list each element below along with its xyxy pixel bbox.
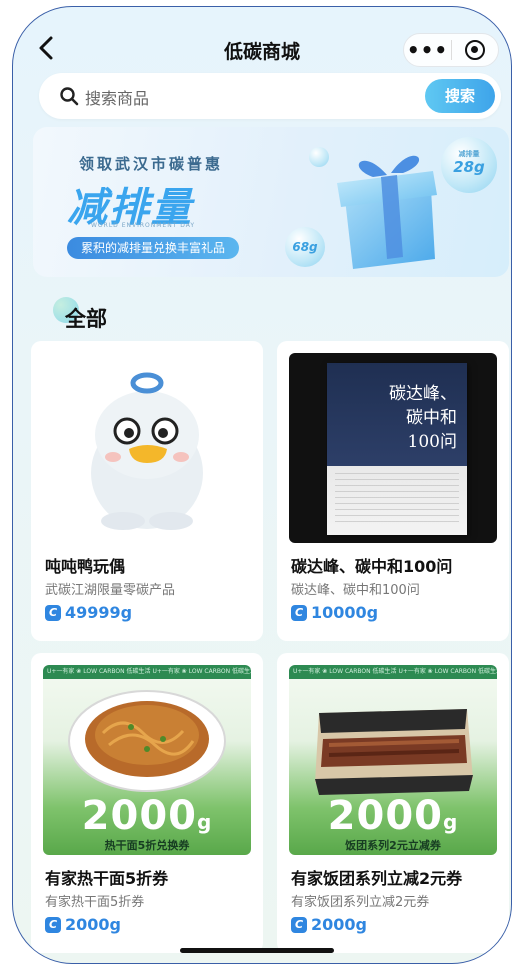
search-bar: 搜索商品 搜索 [39,73,501,119]
product-card[interactable]: 吨吨鸭玩偶 武碳江湖限量零碳产品 C 49999g [31,341,263,641]
banner-pill: 累积的减排量兑换丰富礼品 [67,237,240,259]
price-value: 10000g [311,603,379,622]
voucher-label: 饭团系列2元立减券 [345,839,441,852]
voucher-value: 2000g [43,793,251,839]
noodle-voucher-image: U+一有家 ❀ LOW CARBON 低碳生活 U+一有家 ❀ LOW CARB… [43,665,251,855]
duck-plush-illustration [91,372,203,530]
carbon-coin-icon: C [45,604,61,621]
phone-frame: 低碳商城 ••• 搜索商品 搜索 领取武汉市碳普惠 减排量 WORLD ENVI… [12,6,512,964]
product-price: C 49999g [45,603,132,622]
voucher-unit: g [197,810,213,834]
carbon-coin-icon: C [291,916,307,933]
product-price: C 2000g [291,915,367,934]
book-title-line2: 碳中和 [406,408,457,428]
voucher-brand-strip: U+一有家 ❀ LOW CARBON 低碳生活 U+一有家 ❀ LOW CARB… [289,665,497,679]
search-input[interactable]: 搜索商品 [85,85,149,109]
book-cover-text-block [335,473,459,523]
riceball-voucher-image: U+一有家 ❀ LOW CARBON 低碳生活 U+一有家 ❀ LOW CARB… [289,665,497,855]
carbon-coin-icon: C [291,604,307,621]
price-value: 49999g [65,603,133,622]
product-card[interactable]: U+一有家 ❀ LOW CARBON 低碳生活 U+一有家 ❀ LOW CARB… [31,653,263,953]
product-price: C 2000g [45,915,121,934]
navigation-bar: 低碳商城 ••• [13,25,511,73]
product-subtitle: 武碳江湖限量零碳产品 [45,583,176,598]
target-circle-icon [464,40,485,60]
banner-line1: 领取武汉市碳普惠 [79,155,224,173]
product-price: C 10000g [291,603,378,622]
book-cover-image: 碳达峰、 碳中和 100问 [289,353,497,543]
gift-box-icon [337,155,437,269]
product-title: 碳达峰、碳中和100问 [291,557,453,576]
mini-program-capsule: ••• [403,33,499,67]
banner-small-text: WORLD ENVIRONMENT DAY [91,222,196,229]
promo-banner[interactable]: 领取武汉市碳普惠 减排量 WORLD ENVIRONMENT DAY 累积的减排… [33,127,509,277]
product-card[interactable]: U+一有家 ❀ LOW CARBON 低碳生活 U+一有家 ❀ LOW CARB… [277,653,509,953]
book-title-line1: 碳达峰、 [389,384,457,404]
search-icon [60,87,79,106]
home-indicator[interactable] [180,948,334,953]
product-subtitle: 碳达峰、碳中和100问 [291,583,420,598]
search-button[interactable]: 搜索 [425,79,495,113]
bubble-bottom-value: 68g [292,240,318,254]
book-cover: 碳达峰、 碳中和 100问 [327,363,467,535]
price-value: 2000g [311,915,367,934]
voucher-value: 2000g [289,793,497,839]
price-value: 2000g [65,915,121,934]
product-subtitle: 有家饭团系列立减2元券 [291,895,430,910]
section-title: 全部 [65,307,107,331]
product-card[interactable]: 碳达峰、 碳中和 100问 碳达峰、碳中和100问 碳达峰、碳中和100问 C … [277,341,509,641]
more-dots-icon[interactable]: ••• [404,33,451,67]
voucher-amount: 2000 [81,793,197,839]
bubble-bottom: 68g [285,227,325,267]
product-title: 吨吨鸭玩偶 [45,557,126,576]
product-title: 有家饭团系列立减2元券 [291,869,463,888]
carbon-coin-icon: C [45,916,61,933]
product-title: 有家热干面5折券 [45,869,169,888]
voucher-unit: g [443,810,459,834]
voucher-amount: 2000 [327,793,443,839]
book-title-line3: 100问 [407,432,457,452]
product-subtitle: 有家热干面5折券 [45,895,145,910]
duck-plush-image [43,353,251,543]
voucher-label: 热干面5折兑换券 [104,839,190,852]
voucher-brand-strip: U+一有家 ❀ LOW CARBON 低碳生活 U+一有家 ❀ LOW CARB… [43,665,251,679]
close-mini-program-button[interactable] [452,40,498,60]
